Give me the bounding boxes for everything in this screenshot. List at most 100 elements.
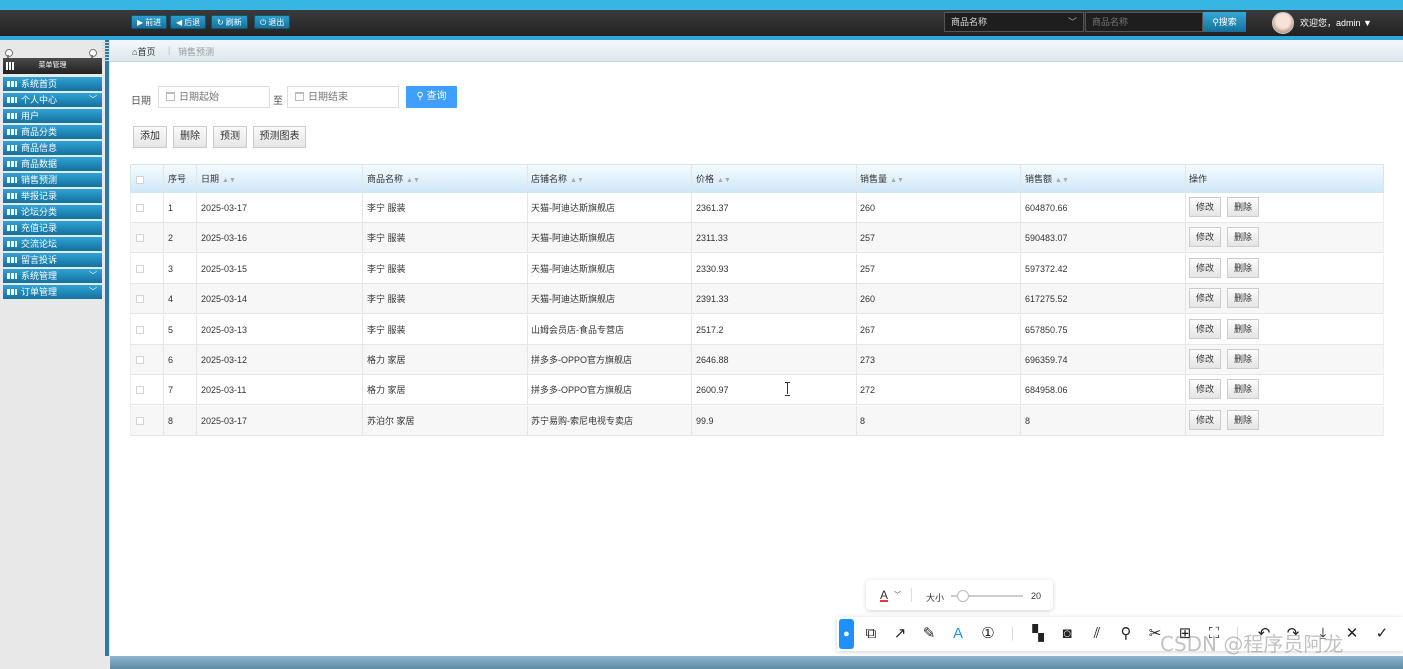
blur-icon[interactable]: ◙: [1057, 624, 1077, 644]
breadcrumb: ⌂首页 | 销售预测: [110, 40, 1403, 62]
mosaic-icon[interactable]: ▚: [1028, 624, 1048, 644]
chevron-down-icon: ﹀: [89, 271, 97, 280]
row-checkbox[interactable]: [136, 204, 144, 212]
sidebar-item[interactable]: 商品信息: [3, 141, 102, 155]
edit-button[interactable]: 修改: [1189, 257, 1222, 278]
sidebar-border: [105, 40, 109, 669]
arrow-icon[interactable]: ↗: [890, 624, 910, 644]
font-color-icon[interactable]: A: [880, 588, 888, 602]
edit-button[interactable]: 修改: [1189, 409, 1222, 430]
delete-row-button[interactable]: 删除: [1227, 197, 1260, 217]
predict-button[interactable]: 预测: [213, 126, 247, 148]
delete-row-button[interactable]: 删除: [1227, 288, 1260, 309]
table-row: 3 2025-03-15 李宁 服装 天猫-阿迪达斯旗舰店 2330.93 257 5973…: [130, 253, 1384, 284]
delete-row-button[interactable]: 删除: [1227, 318, 1260, 339]
row-checkbox[interactable]: [136, 325, 144, 334]
sidebar-item[interactable]: 商品数据: [3, 157, 102, 171]
delete-button[interactable]: 删除: [173, 126, 207, 148]
delete-row-button[interactable]: 删除: [1227, 409, 1260, 430]
pin-icon[interactable]: ⚲: [1116, 624, 1136, 644]
table-cell: 99.9: [696, 415, 714, 426]
column-header[interactable]: 日期 ▲▼: [201, 165, 236, 194]
sidebar-item[interactable]: 充值记录: [3, 221, 102, 235]
sort-icon: ▲▼: [222, 177, 236, 184]
table-cell: 2025-03-17: [201, 415, 248, 426]
column-header[interactable]: 销售量 ▲▼: [860, 165, 904, 194]
refresh-button[interactable]: ↻ 刷新: [211, 15, 248, 29]
table-cell: 5: [168, 324, 174, 335]
table-cell: 597372.42: [1025, 263, 1068, 274]
back-button[interactable]: ◀ 后退: [170, 15, 207, 29]
search-button[interactable]: ⚲搜索: [1203, 12, 1246, 32]
table-cell: 684958.06: [1025, 385, 1068, 396]
user-menu[interactable]: 欢迎您，admin ▼: [1300, 16, 1372, 29]
delete-row-button[interactable]: 删除: [1227, 227, 1260, 248]
sidebar-item[interactable]: 用户: [3, 109, 102, 123]
refresh-icon: ↻: [217, 18, 224, 27]
edit-button[interactable]: 修改: [1189, 318, 1222, 339]
row-checkbox[interactable]: [136, 234, 144, 243]
delete-row-button[interactable]: 删除: [1227, 349, 1260, 369]
search-field-select[interactable]: 商品名称 ﹀: [944, 12, 1084, 32]
delete-row-button[interactable]: 删除: [1227, 257, 1260, 278]
column-header[interactable]: 价格 ▲▼: [696, 165, 731, 194]
text-icon[interactable]: A: [948, 624, 968, 644]
chevron-down-icon: ﹀: [89, 287, 97, 296]
chevron-down-icon[interactable]: ﹀: [894, 590, 901, 600]
table-cell: 2025-03-14: [201, 294, 248, 305]
predict-chart-button[interactable]: 预测图表: [253, 126, 306, 148]
sidebar-item[interactable]: 论坛分类: [3, 205, 102, 219]
select-all-checkbox[interactable]: [136, 176, 144, 184]
edit-button[interactable]: 修改: [1189, 197, 1222, 217]
logout-button[interactable]: ⏻ 退出: [254, 15, 291, 29]
list-icon: [7, 97, 17, 103]
splitter-handle[interactable]: [102, 42, 110, 62]
size-slider-handle[interactable]: [957, 590, 969, 602]
sort-icon: ▲▼: [406, 177, 420, 184]
table-cell: 天猫-阿迪达斯旗舰店: [531, 203, 615, 213]
edit-button[interactable]: 修改: [1189, 288, 1222, 309]
hatch-icon[interactable]: ⫽: [1087, 624, 1107, 644]
breadcrumb-home[interactable]: ⌂首页: [132, 45, 155, 58]
sidebar-item[interactable]: 留言投诉: [3, 253, 102, 267]
column-header[interactable]: 店铺名称 ▲▼: [531, 165, 584, 194]
avatar[interactable]: [1272, 12, 1294, 34]
pen-icon[interactable]: ✎: [919, 624, 939, 644]
text-cursor: [785, 382, 791, 396]
table-cell: 590483.07: [1025, 233, 1068, 244]
check-icon[interactable]: ✓: [1372, 624, 1392, 644]
row-checkbox[interactable]: [136, 264, 144, 273]
table-cell: 李宁 服装: [367, 324, 406, 335]
close-icon[interactable]: ✕: [1342, 624, 1362, 644]
sidebar-item[interactable]: 举报记录: [3, 189, 102, 203]
search-input[interactable]: [1085, 12, 1203, 32]
forward-button[interactable]: ▶ 前进: [131, 15, 168, 29]
add-button[interactable]: 添加: [133, 126, 167, 148]
query-button[interactable]: ⚲ 查询: [406, 86, 457, 108]
sidebar-item[interactable]: 商品分类: [3, 125, 102, 139]
top-accent-stripe: [0, 0, 1403, 10]
sidebar-item[interactable]: 销售预测: [3, 173, 102, 187]
row-checkbox[interactable]: [136, 356, 144, 364]
sidebar-item[interactable]: 个人中心 ﹀: [3, 93, 102, 107]
delete-row-button[interactable]: 删除: [1227, 379, 1260, 400]
row-checkbox[interactable]: [136, 386, 144, 395]
table-cell: 山姆会员店-食品专营店: [531, 324, 624, 335]
column-header[interactable]: 销售额 ▲▼: [1025, 165, 1069, 194]
edit-button[interactable]: 修改: [1189, 349, 1222, 369]
date-label: 日期: [131, 96, 151, 107]
balloon-icon[interactable]: ●: [839, 619, 854, 649]
table-cell: 2025-03-17: [201, 203, 248, 213]
sidebar-item[interactable]: 系统管理 ﹀: [3, 269, 102, 283]
row-checkbox[interactable]: [136, 295, 144, 304]
row-checkbox[interactable]: [136, 416, 144, 425]
sidebar-item[interactable]: 交流论坛: [3, 237, 102, 251]
column-header[interactable]: 商品名称 ▲▼: [367, 165, 420, 194]
edit-button[interactable]: 修改: [1189, 227, 1222, 248]
shapes-icon[interactable]: ⧉: [861, 624, 881, 644]
number-icon[interactable]: ①: [978, 624, 998, 644]
sidebar-item[interactable]: 系统首页: [3, 77, 102, 91]
sidebar-item[interactable]: 订单管理 ﹀: [3, 285, 102, 299]
edit-button[interactable]: 修改: [1189, 379, 1222, 400]
table-cell: 257: [860, 233, 876, 244]
